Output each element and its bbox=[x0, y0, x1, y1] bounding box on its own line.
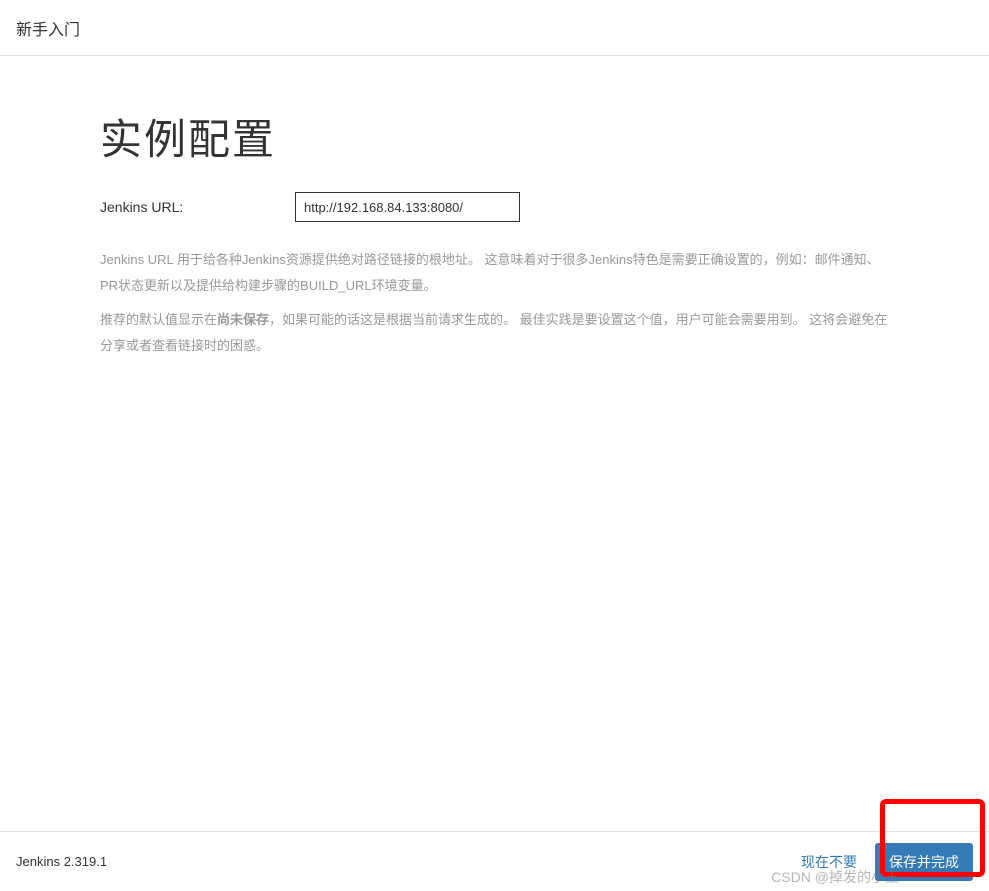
jenkins-url-input[interactable] bbox=[295, 192, 520, 222]
description-2-part1: 推荐的默认值显示在 bbox=[100, 312, 217, 327]
header-bar: 新手入门 bbox=[0, 0, 989, 56]
main-content: 实例配置 Jenkins URL: Jenkins URL 用于给各种Jenki… bbox=[0, 56, 989, 359]
page-title: 实例配置 bbox=[100, 106, 889, 167]
footer-version: Jenkins 2.319.1 bbox=[16, 854, 107, 869]
footer-bar: Jenkins 2.319.1 现在不要 保存并完成 bbox=[0, 831, 989, 891]
footer-actions: 现在不要 保存并完成 bbox=[801, 843, 973, 881]
description-2-strong: 尚未保存 bbox=[217, 312, 269, 327]
save-and-finish-button[interactable]: 保存并完成 bbox=[875, 843, 973, 881]
header-title: 新手入门 bbox=[16, 16, 80, 40]
skip-button[interactable]: 现在不要 bbox=[801, 852, 857, 872]
description-paragraph-2: 推荐的默认值显示在尚未保存，如果可能的话这是根据当前请求生成的。 最佳实践是要设… bbox=[100, 307, 889, 359]
jenkins-url-label: Jenkins URL: bbox=[100, 199, 295, 215]
description-paragraph-1: Jenkins URL 用于给各种Jenkins资源提供绝对路径链接的根地址。 … bbox=[100, 247, 889, 299]
jenkins-url-row: Jenkins URL: bbox=[100, 192, 889, 222]
